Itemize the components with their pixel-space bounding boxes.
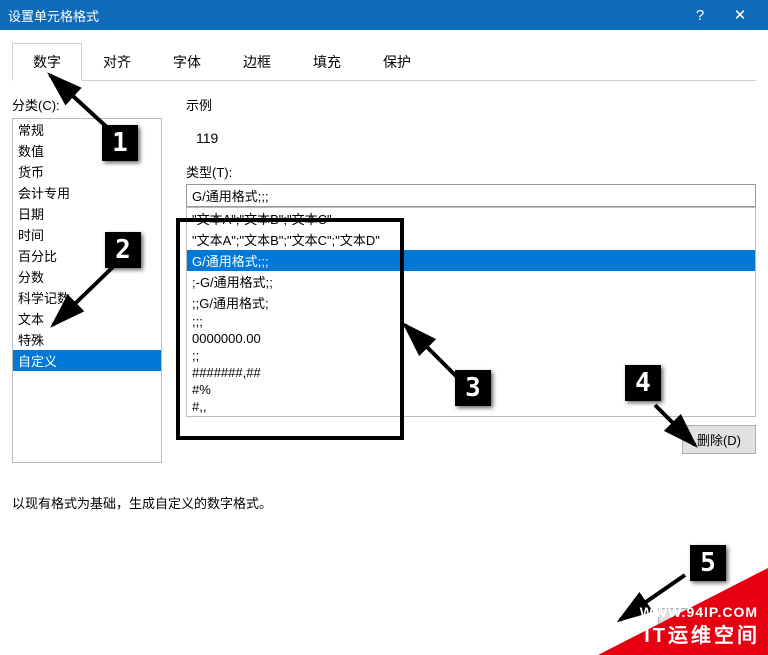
titlebar: 设置单元格格式 ? ✕ xyxy=(0,0,768,30)
delete-button[interactable]: 删除(D) xyxy=(682,425,756,454)
type-item[interactable]: ;; xyxy=(187,347,755,364)
close-button[interactable]: ✕ xyxy=(720,6,760,24)
category-item[interactable]: 文本 xyxy=(13,308,161,329)
tab-number[interactable]: 数字 xyxy=(12,43,82,81)
type-item[interactable]: G/通用格式;;; xyxy=(187,250,755,271)
category-item[interactable]: 科学记数 xyxy=(13,287,161,308)
category-item[interactable]: 常规 xyxy=(13,119,161,140)
hint-text: 以现有格式为基础，生成自定义的数字格式。 xyxy=(12,493,756,512)
category-list[interactable]: 常规 数值 货币 会计专用 日期 时间 百分比 分数 科学记数 文本 特殊 自定… xyxy=(12,118,162,463)
category-item[interactable]: 货币 xyxy=(13,161,161,182)
tab-align[interactable]: 对齐 xyxy=(82,43,152,81)
watermark-url: WWW.94IP.COM xyxy=(640,604,758,620)
tabstrip: 数字 对齐 字体 边框 填充 保护 xyxy=(12,42,756,81)
type-item[interactable]: ;-G/通用格式;; xyxy=(187,271,755,292)
window-title: 设置单元格格式 xyxy=(8,6,680,25)
annotation-marker-1: 1 xyxy=(102,125,138,161)
annotation-marker-3: 3 xyxy=(455,370,491,406)
tab-font[interactable]: 字体 xyxy=(152,43,222,81)
category-item[interactable]: 特殊 xyxy=(13,329,161,350)
dialog-body: 数字 对齐 字体 边框 填充 保护 分类(C): 常规 数值 货币 会计专用 日… xyxy=(0,30,768,512)
category-item[interactable]: 日期 xyxy=(13,203,161,224)
tab-border[interactable]: 边框 xyxy=(222,43,292,81)
annotation-marker-4: 4 xyxy=(625,365,661,401)
type-item[interactable]: ;;; xyxy=(187,313,755,330)
category-item-custom[interactable]: 自定义 xyxy=(13,350,161,371)
detail-column: 示例 119 类型(T): "文本A";"文本B";"文本C" "文本A";"文… xyxy=(162,95,756,463)
type-item[interactable]: "文本A";"文本B";"文本C";"文本D" xyxy=(187,229,755,250)
watermark-brand: IT运维空间 xyxy=(644,619,760,648)
category-item[interactable]: 分数 xyxy=(13,266,161,287)
type-input[interactable] xyxy=(186,184,756,207)
annotation-marker-2: 2 xyxy=(105,232,141,268)
sample-label: 示例 xyxy=(186,95,756,114)
sample-value: 119 xyxy=(186,118,756,162)
category-label: 分类(C): xyxy=(12,95,162,114)
category-item[interactable]: 数值 xyxy=(13,140,161,161)
tab-protect[interactable]: 保护 xyxy=(362,43,432,81)
type-item[interactable]: "文本A";"文本B";"文本C" xyxy=(187,208,755,229)
delete-row: 删除(D) xyxy=(186,425,756,454)
category-item[interactable]: 会计专用 xyxy=(13,182,161,203)
type-item[interactable]: 0000000.00 xyxy=(187,330,755,347)
type-label: 类型(T): xyxy=(186,162,756,181)
tab-fill[interactable]: 填充 xyxy=(292,43,362,81)
help-button[interactable]: ? xyxy=(680,7,720,24)
category-column: 分类(C): 常规 数值 货币 会计专用 日期 时间 百分比 分数 科学记数 文… xyxy=(12,95,162,463)
type-item[interactable]: ;;G/通用格式; xyxy=(187,292,755,313)
